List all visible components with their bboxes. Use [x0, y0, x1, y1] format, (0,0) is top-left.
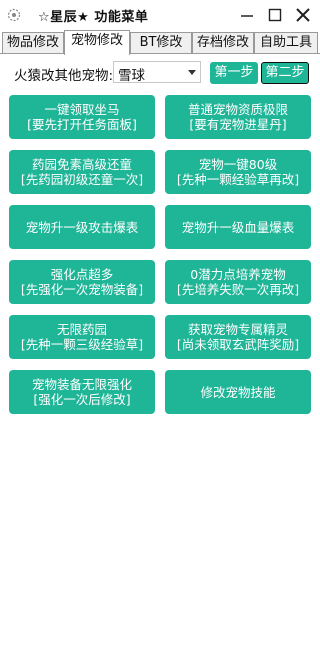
pet-aptitude-max-button[interactable]: 普通宠物资质极限 [要有宠物进星丹] [165, 95, 311, 139]
claim-mount-button[interactable]: 一键领取坐马 [要先打开任务面板] [9, 95, 155, 139]
button-hint: [先药园初级还童一次] [20, 172, 144, 187]
button-hint: [强化一次后修改] [33, 392, 131, 407]
herb-garden-rejuvenate-button[interactable]: 药园免素高级还童 [先药园初级还童一次] [9, 150, 155, 194]
zero-potential-train-button[interactable]: 0潜力点培养宠物 [先培养失败一次再改] [165, 260, 311, 304]
button-hint: [先种一颗三级经验草] [20, 337, 144, 352]
window-title: ☆星辰★ 功能菜单 [38, 10, 149, 25]
tab-bt-modify[interactable]: BT修改 [130, 32, 192, 53]
tab-bar: 物品修改 宠物修改 BT修改 存档修改 自助工具 [0, 30, 320, 55]
maximize-icon [268, 8, 282, 22]
step-one-button[interactable]: 第一步 [210, 62, 258, 84]
app-icon [6, 7, 22, 23]
pet-level-80-button[interactable]: 宠物一键80级 [先种一颗经验草再改] [165, 150, 311, 194]
close-icon [296, 8, 310, 22]
pet-select-value: 雪球 [118, 68, 145, 84]
button-label: 宠物装备无限强化 [31, 377, 132, 392]
pet-selector-label: 火猿改其他宠物: [14, 68, 114, 84]
minimize-icon [241, 15, 253, 17]
minimize-button[interactable] [236, 4, 258, 26]
close-button[interactable] [292, 4, 314, 26]
button-hint: [尚未领取玄武阵奖励] [176, 337, 300, 352]
button-hint: [先培养失败一次再改] [176, 282, 300, 297]
hp-max-button[interactable]: 宠物升一级血量爆表 [165, 205, 311, 249]
button-label: 宠物一键80级 [198, 157, 278, 172]
step-two-button[interactable]: 第二步 [261, 62, 309, 84]
pet-select[interactable]: 雪球 [113, 61, 201, 84]
enhance-points-button[interactable]: 强化点超多 [先强化一次宠物装备] [9, 260, 155, 304]
title-bar: ☆星辰★ 功能菜单 [0, 0, 320, 30]
button-hint: [先种一颗经验草再改] [176, 172, 300, 187]
modify-pet-skills-button[interactable]: 修改宠物技能 [165, 370, 311, 414]
tab-self-tools[interactable]: 自助工具 [254, 32, 318, 53]
button-label: 宠物升一级攻击爆表 [25, 219, 139, 235]
attack-max-button[interactable]: 宠物升一级攻击爆表 [9, 205, 155, 249]
button-hint: [要先打开任务面板] [27, 117, 137, 132]
button-label: 强化点超多 [50, 267, 114, 282]
button-hint: [要有宠物进星丹] [189, 117, 287, 132]
pet-selector-row: 火猿改其他宠物: 雪球 第一步 第二步 [0, 58, 320, 88]
tab-item-modify[interactable]: 物品修改 [2, 32, 64, 53]
button-hint: [先强化一次宠物装备] [20, 282, 144, 297]
button-label: 0潜力点培养宠物 [190, 267, 286, 282]
button-label: 普通宠物资质极限 [187, 102, 288, 117]
exclusive-spirit-button[interactable]: 获取宠物专属精灵 [尚未领取玄武阵奖励] [165, 315, 311, 359]
button-label: 获取宠物专属精灵 [187, 322, 288, 337]
chevron-down-icon [188, 70, 196, 75]
button-label: 药园免素高级还童 [31, 157, 132, 172]
button-label: 宠物升一级血量爆表 [181, 219, 295, 235]
button-label: 一键领取坐马 [44, 102, 120, 117]
tab-pet-modify[interactable]: 宠物修改 [64, 30, 130, 55]
maximize-button[interactable] [264, 4, 286, 26]
tab-save-modify[interactable]: 存档修改 [192, 32, 254, 53]
button-label: 修改宠物技能 [200, 384, 276, 400]
infinite-equip-enhance-button[interactable]: 宠物装备无限强化 [强化一次后修改] [9, 370, 155, 414]
button-label: 无限药园 [56, 322, 107, 337]
infinite-herb-garden-button[interactable]: 无限药园 [先种一颗三级经验草] [9, 315, 155, 359]
